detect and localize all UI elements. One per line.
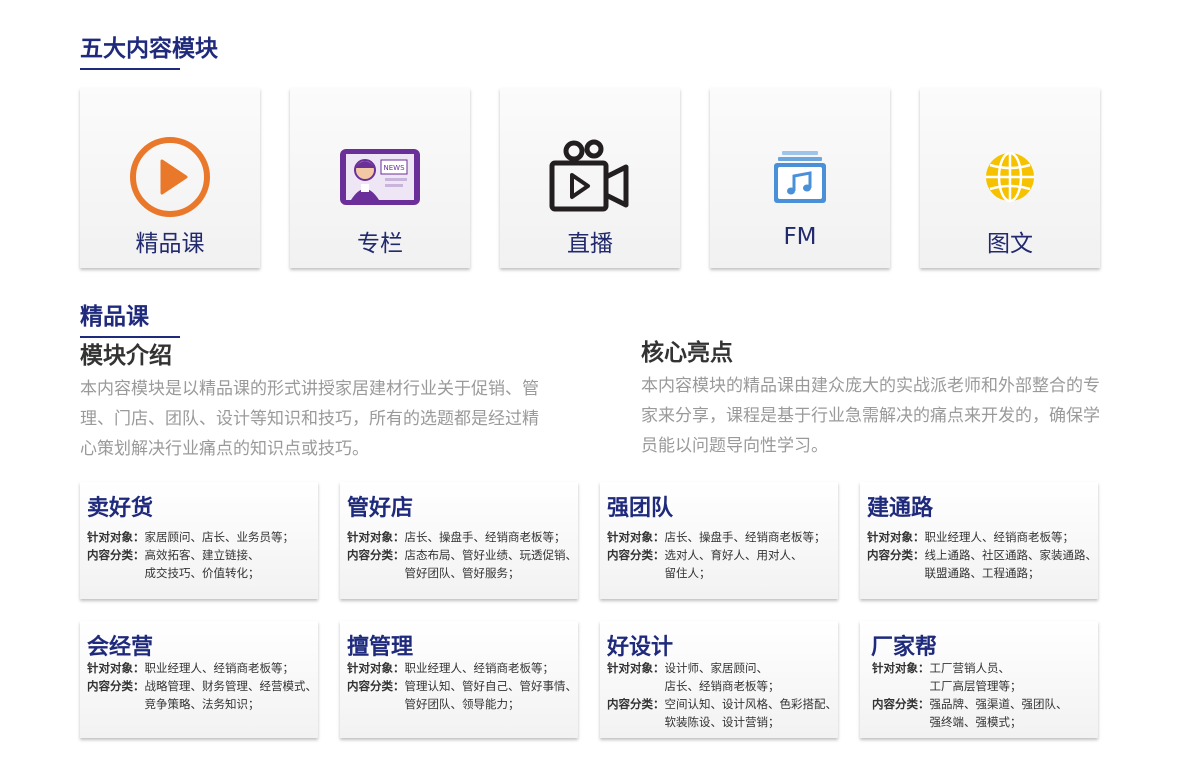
- module-label: FM: [783, 224, 817, 250]
- module-card-zhibo[interactable]: 直播: [500, 88, 680, 268]
- course-title: 擅管理: [347, 635, 414, 660]
- news-tablet-icon: NEWS: [337, 132, 423, 222]
- module-card-fm[interactable]: FM: [710, 88, 890, 268]
- target-value: 店长、操盘手、经销商老板等；: [664, 530, 826, 544]
- target-label: 针对对象：: [872, 661, 930, 675]
- globe-icon: [967, 132, 1053, 222]
- svg-text:NEWS: NEWS: [383, 164, 405, 172]
- target-label: 针对对象：: [87, 661, 145, 675]
- category-value: 管理认知、管好自己、管好事情、 管好团队、领导能力；: [404, 679, 578, 711]
- category-label: 内容分类：: [347, 548, 405, 562]
- target-value: 职业经理人、经销商老板等；: [924, 530, 1075, 544]
- course-card[interactable]: 管好店 针对对象： 店长、操盘手、经销商老板等； 内容分类： 店态布局、管好业绩、玩…: [340, 482, 578, 599]
- category-label: 内容分类：: [872, 697, 930, 711]
- course-title: 厂家帮: [871, 635, 938, 660]
- page-title: 五大内容模块: [80, 36, 218, 70]
- play-circle-icon: [127, 132, 213, 222]
- course-title: 强团队: [607, 496, 674, 521]
- category-value: 店态布局、管好业绩、玩透促销、 管好团队、管好服务；: [404, 548, 578, 580]
- intro-text: 本内容模块是以精品课的形式讲授家居建材行业关于促销、管理、门店、团队、设计等知识…: [80, 379, 539, 459]
- category-value: 高效拓客、建立链接、 成交技巧、价值转化；: [144, 548, 260, 580]
- category-value: 强品牌、强渠道、强团队、 强终端、强模式；: [929, 697, 1068, 729]
- category-value: 线上通路、社区通路、家装通路、 联盟通路、工程通路；: [924, 548, 1098, 580]
- module-label: 直播: [567, 231, 613, 257]
- core-highlights-text: 本内容模块的精品课由建众庞大的实战派老师和外部整合的专家来分享，课程是基于行业急…: [641, 376, 1100, 456]
- section-title: 精品课: [80, 304, 180, 338]
- module-card-zhuanlan[interactable]: NEWS 专栏: [290, 88, 470, 268]
- category-label: 内容分类：: [87, 679, 145, 693]
- course-card[interactable]: 擅管理 针对对象： 职业经理人、经销商老板等； 内容分类： 管理认知、管好自己、管好…: [340, 621, 578, 738]
- course-title: 卖好货: [87, 496, 154, 521]
- course-card[interactable]: 强团队 针对对象： 店长、操盘手、经销商老板等； 内容分类： 选对人、育好人、用对人…: [600, 482, 838, 599]
- target-label: 针对对象：: [867, 530, 925, 544]
- course-title: 好设计: [607, 635, 674, 660]
- module-label: 专栏: [357, 231, 403, 257]
- category-value: 战略管理、财务管理、经营模式、 竞争策略、法务知识；: [144, 679, 318, 711]
- target-value: 设计师、家居顾问、 店长、经销商老板等；: [664, 661, 780, 693]
- course-title: 会经营: [87, 635, 154, 660]
- category-label: 内容分类：: [607, 697, 665, 711]
- module-card-jingpinke[interactable]: 精品课: [80, 88, 260, 268]
- course-card[interactable]: 会经营 针对对象： 职业经理人、经销商老板等； 内容分类： 战略管理、财务管理、经营…: [80, 621, 318, 738]
- category-label: 内容分类：: [607, 548, 665, 562]
- module-card-tuwen[interactable]: 图文: [920, 88, 1100, 268]
- category-label: 内容分类：: [87, 548, 145, 562]
- category-value: 空间认知、设计风格、色彩搭配、 软装陈设、设计营销；: [664, 697, 838, 729]
- target-value: 职业经理人、经销商老板等；: [404, 661, 555, 675]
- module-label: 图文: [987, 231, 1033, 257]
- course-card[interactable]: 卖好货 针对对象： 家居顾问、店长、业务员等； 内容分类： 高效拓客、建立链接、 成…: [80, 482, 318, 599]
- category-value: 选对人、育好人、用对人、 留住人；: [664, 548, 803, 580]
- category-label: 内容分类：: [867, 548, 925, 562]
- video-camera-icon: [547, 132, 633, 222]
- course-card[interactable]: 建通路 针对对象： 职业经理人、经销商老板等； 内容分类： 线上通路、社区通路、家装…: [860, 482, 1098, 599]
- target-label: 针对对象：: [607, 661, 665, 675]
- core-highlights-title: 核心亮点: [641, 340, 733, 366]
- module-label: 精品课: [135, 231, 205, 257]
- target-label: 针对对象：: [347, 661, 405, 675]
- music-album-icon: [757, 132, 843, 222]
- target-value: 工厂营销人员、 工厂高层管理等；: [929, 661, 1022, 693]
- course-card[interactable]: 厂家帮 针对对象： 工厂营销人员、 工厂高层管理等； 内容分类： 强品牌、强渠道、强…: [860, 621, 1098, 738]
- target-value: 职业经理人、经销商老板等；: [144, 661, 295, 675]
- course-title: 管好店: [347, 496, 414, 521]
- target-value: 店长、操盘手、经销商老板等；: [404, 530, 566, 544]
- course-card[interactable]: 好设计 针对对象： 设计师、家居顾问、 店长、经销商老板等； 内容分类： 空间认知、…: [600, 621, 838, 738]
- target-label: 针对对象：: [87, 530, 145, 544]
- target-label: 针对对象：: [347, 530, 405, 544]
- course-title: 建通路: [867, 496, 934, 521]
- target-label: 针对对象：: [607, 530, 665, 544]
- target-value: 家居顾问、店长、业务员等；: [144, 530, 295, 544]
- category-label: 内容分类：: [347, 679, 405, 693]
- intro-title: 模块介绍: [80, 343, 172, 369]
